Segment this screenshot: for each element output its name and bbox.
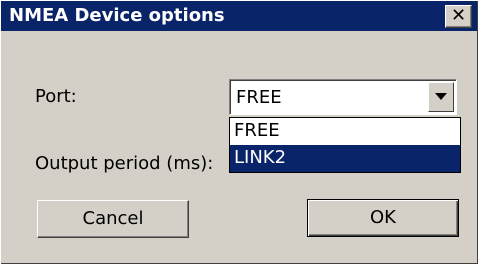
dropdown-option-free[interactable]: FREE <box>230 118 460 145</box>
close-icon: ✕ <box>450 5 467 26</box>
port-select-value: FREE <box>236 87 282 108</box>
nmea-device-options-dialog: NMEA Device options ✕ Port: FREE Output … <box>1 1 478 264</box>
dropdown-option-link2[interactable]: LINK2 <box>230 145 460 172</box>
title-bar[interactable]: NMEA Device options ✕ <box>1 1 477 31</box>
port-dropdown-list: FREE LINK2 <box>229 117 461 173</box>
port-label: Port: <box>35 86 77 107</box>
window-title: NMEA Device options <box>9 5 225 26</box>
ok-button[interactable]: OK <box>307 199 459 237</box>
port-select-dropdown-button[interactable] <box>428 82 454 112</box>
cancel-button[interactable]: Cancel <box>37 200 189 238</box>
output-period-label: Output period (ms): <box>35 153 214 174</box>
close-button[interactable]: ✕ <box>445 5 472 28</box>
port-select[interactable]: FREE <box>229 79 457 115</box>
chevron-down-icon <box>435 93 447 100</box>
